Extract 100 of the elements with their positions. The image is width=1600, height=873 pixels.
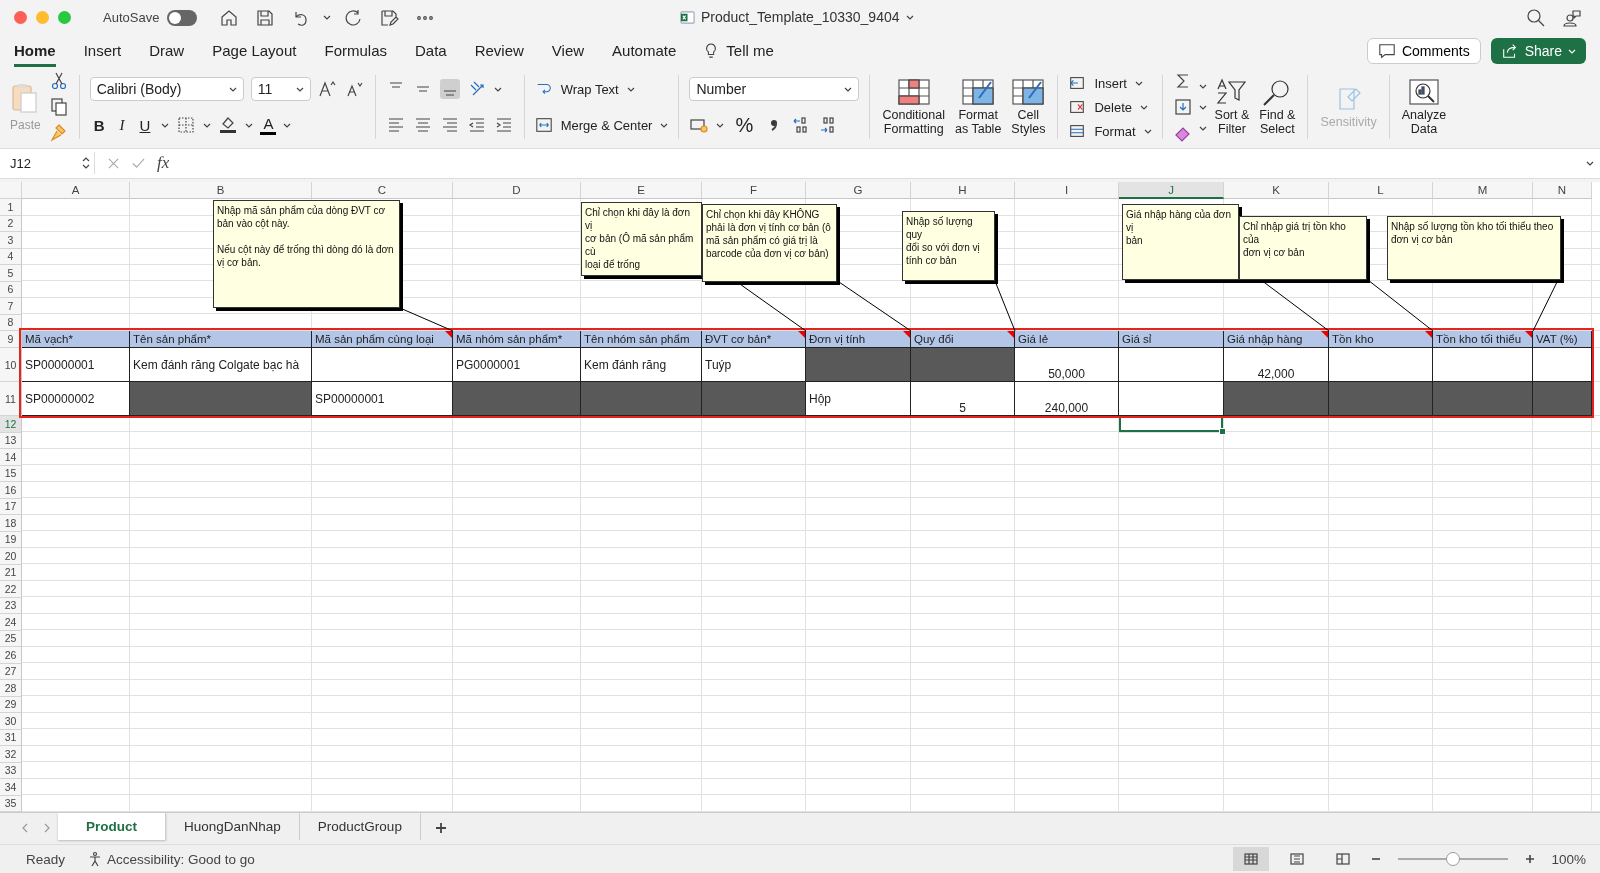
caret-icon[interactable] [716,122,725,128]
people-icon[interactable] [1562,7,1582,28]
cells-button[interactable]: Insert [1068,72,1152,95]
caret-icon[interactable] [1198,125,1207,131]
font-size-dropdown[interactable]: 11 [250,77,311,102]
column-header[interactable]: K [1224,182,1329,199]
row-header[interactable]: 18 [0,515,22,532]
merge-center-button[interactable]: Merge & Center [534,116,669,135]
style-button[interactable]: Format as Table [953,78,1004,137]
row-header[interactable]: 11 [0,382,22,416]
copy-icon[interactable] [48,97,69,118]
check-icon[interactable] [132,156,145,170]
row-header[interactable]: 5 [0,265,22,282]
search-icon[interactable] [1526,7,1546,28]
row-header[interactable]: 26 [0,647,22,664]
row-header[interactable]: 7 [0,298,22,315]
caret-icon[interactable] [295,86,304,92]
caret-icon[interactable] [245,122,254,128]
view-icon[interactable] [1233,847,1270,872]
column-header[interactable]: C [312,182,453,199]
name-box[interactable]: J12 [6,152,95,175]
autosave-toggle[interactable] [167,9,198,26]
underline-button[interactable]: U [135,116,155,134]
sheet-tab[interactable]: ProductGroup [299,813,421,840]
ribbon-tab[interactable]: View [551,35,585,67]
row-header[interactable]: 24 [0,614,22,631]
style-button[interactable]: Conditional Formatting [880,78,947,137]
font-name-dropdown[interactable]: Calibri (Body) [89,77,244,102]
caret-icon[interactable] [161,122,170,128]
caret-icon[interactable] [905,14,914,20]
column-header[interactable]: B [130,182,312,199]
sheet-tab[interactable]: Product [58,813,166,840]
analyze-data-button[interactable]: Analyze Data [1399,78,1449,137]
caret-icon[interactable] [626,86,635,92]
caret-icon[interactable] [1198,83,1207,89]
style-button[interactable]: Cell Styles [1009,78,1048,137]
row-header[interactable]: 16 [0,482,22,499]
ribbon-tab[interactable]: Data [415,35,447,67]
sheet-tab[interactable]: HuongDanNhap [166,813,300,840]
selected-cell[interactable] [1119,416,1224,433]
save-icon[interactable] [255,7,276,28]
column-header[interactable]: L [1329,182,1433,199]
caret-icon[interactable] [844,86,853,92]
save-as-icon[interactable] [379,7,400,28]
up-down-icon[interactable] [82,157,90,170]
comments-button[interactable]: Comments [1366,38,1481,65]
zoom-in-icon[interactable] [1525,854,1536,865]
row-header[interactable]: 3 [0,232,22,249]
column-header[interactable]: F [702,182,806,199]
percent-button[interactable]: % [731,113,758,137]
caret-icon[interactable] [1134,80,1143,86]
cells-button[interactable]: Delete [1068,96,1152,119]
column-header[interactable]: I [1015,182,1119,199]
row-header[interactable]: 9 [0,331,22,348]
row-header[interactable]: 22 [0,581,22,598]
font-color-button[interactable]: A [260,115,277,135]
column-header[interactable]: J [1119,182,1224,199]
caret-icon[interactable] [228,86,237,92]
caret-icon[interactable] [283,122,292,128]
caret-icon[interactable] [660,122,669,128]
caret-icon[interactable] [1139,104,1148,110]
column-header[interactable]: G [806,182,911,199]
row-header[interactable]: 28 [0,680,22,697]
share-button[interactable]: Share [1490,38,1586,65]
caret-icon[interactable] [1143,128,1152,134]
row-header[interactable]: 32 [0,746,22,763]
caret-icon[interactable] [323,15,332,21]
column-header[interactable]: E [581,182,702,199]
ribbon-tab[interactable]: Home [14,35,56,67]
cells-button[interactable]: Format [1068,120,1152,143]
wrap-text-button[interactable]: Wrap Text [534,80,635,99]
ribbon-tab[interactable]: Automate [612,35,677,67]
row-header[interactable]: 20 [0,548,22,565]
caret-icon[interactable] [203,122,212,128]
insert-function-button[interactable]: fx [157,153,170,174]
close-button[interactable] [14,11,27,25]
caret-icon[interactable] [1198,104,1207,110]
row-header[interactable]: 10 [0,348,22,382]
ribbon-tab[interactable]: Review [474,35,524,67]
accessibility-status[interactable]: Accessibility: Good to go [107,851,255,867]
caret-icon[interactable] [493,86,502,92]
column-header[interactable]: H [911,182,1015,199]
caret-icon[interactable] [1586,160,1594,166]
ribbon-tab[interactable]: Draw [149,35,185,67]
column-header[interactable]: N [1533,182,1592,199]
italic-button[interactable]: I [115,116,129,134]
column-header[interactable]: M [1433,182,1533,199]
ribbon-tab[interactable]: Insert [83,35,122,67]
editing-button[interactable]: Find & Select [1257,78,1298,137]
ribbon-tab[interactable]: Page Layout [212,35,297,67]
zoom-level[interactable]: 100% [1551,851,1586,867]
ribbon-tab[interactable]: Formulas [324,35,387,67]
column-header[interactable]: D [453,182,581,199]
editing-button[interactable]: Sort & Filter [1212,78,1252,137]
column-header[interactable]: A [22,182,130,199]
bold-button[interactable]: B [89,116,109,134]
fill-color-icon[interactable] [218,115,239,136]
borders-icon[interactable] [176,115,197,136]
number-format-dropdown[interactable]: Number [689,77,860,102]
row-header[interactable]: 30 [0,713,22,730]
